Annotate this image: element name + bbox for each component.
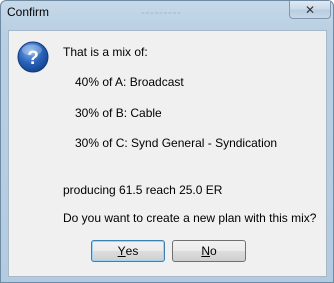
confirm-question: Do you want to create a new plan with th…: [63, 211, 317, 225]
mix-item-c: 30% of C: Synd General - Syndication: [75, 136, 278, 150]
dialog-body: ? That is a mix of: 40% of A: Broadcast …: [8, 30, 327, 277]
close-button[interactable]: ✕: [289, 1, 331, 19]
svg-text:?: ?: [27, 48, 39, 69]
yes-label-rest: es: [125, 244, 139, 258]
message-intro: That is a mix of:: [63, 45, 148, 59]
title-bar[interactable]: Confirm --------- ✕: [1, 1, 333, 25]
confirm-dialog: Confirm --------- ✕ ? That is a mix of: …: [0, 0, 334, 283]
yes-mnemonic: Y: [117, 244, 126, 258]
title-bar-ghost-text: ---------: [141, 5, 182, 19]
close-icon: ✕: [304, 2, 316, 17]
yes-button[interactable]: Yes: [91, 240, 165, 262]
no-button[interactable]: No: [172, 240, 246, 262]
no-label-rest: o: [209, 244, 217, 258]
window-title: Confirm: [7, 5, 50, 19]
mix-item-a: 40% of A: Broadcast: [75, 75, 184, 89]
mix-item-b: 30% of B: Cable: [75, 106, 162, 120]
question-icon: ?: [17, 41, 49, 73]
no-mnemonic: N: [201, 244, 210, 258]
result-summary: producing 61.5 reach 25.0 ER: [63, 183, 223, 197]
